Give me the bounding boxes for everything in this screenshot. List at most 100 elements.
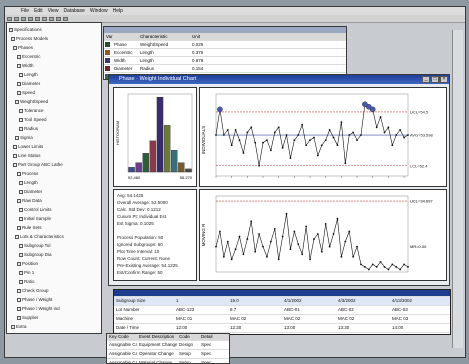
data-point[interactable] [297, 243, 300, 246]
data-point[interactable] [309, 139, 311, 142]
menu-item[interactable]: Help [113, 7, 123, 15]
data-point[interactable] [305, 225, 308, 228]
data-point[interactable] [234, 128, 237, 131]
data-point[interactable] [305, 144, 308, 147]
tree-item[interactable]: Supplier [17, 315, 39, 320]
data-point[interactable] [387, 268, 390, 271]
data-point[interactable] [215, 245, 217, 248]
data-point[interactable] [293, 230, 296, 233]
tree-item[interactable]: Lower Limits [13, 144, 43, 149]
open-icon[interactable] [14, 16, 19, 21]
menu-item[interactable]: Database [63, 7, 84, 15]
tree-item[interactable]: Subgroup Tol [19, 243, 50, 248]
table-row[interactable]: Width Length 0.878 [104, 57, 346, 65]
tree-item[interactable]: Part Group ABC Lathe [13, 162, 63, 167]
print-icon[interactable] [28, 16, 33, 21]
tree-item[interactable]: Lots & Characteristics [15, 234, 64, 239]
menu-item[interactable]: File [21, 7, 29, 15]
data-point[interactable] [391, 144, 394, 147]
data-point[interactable] [324, 222, 327, 225]
tree-item[interactable]: Sigma [15, 135, 33, 140]
data-point[interactable] [352, 255, 355, 258]
data-point[interactable] [332, 136, 335, 139]
data-point[interactable] [316, 233, 319, 235]
data-point[interactable] [262, 245, 264, 248]
tree-item[interactable]: Phase / Weight ind [17, 306, 60, 311]
tree-item[interactable]: Length [19, 72, 38, 77]
tree-item[interactable]: Length [19, 180, 38, 185]
data-point[interactable] [230, 258, 233, 261]
data-point[interactable] [266, 139, 268, 142]
data-point[interactable] [254, 141, 257, 144]
data-point[interactable] [348, 134, 351, 136]
tree-item[interactable]: Radius [19, 126, 38, 131]
data-point[interactable] [217, 106, 223, 113]
data-point[interactable] [246, 131, 249, 134]
tree-item[interactable]: Raw Data [17, 198, 42, 203]
data-point[interactable] [403, 136, 405, 139]
data-point[interactable] [375, 126, 378, 129]
data-point[interactable] [281, 146, 284, 149]
data-point[interactable] [348, 230, 351, 233]
data-point[interactable] [356, 245, 358, 248]
data-point[interactable] [266, 255, 268, 258]
tree-item[interactable]: Weight/Speed [15, 99, 48, 104]
new-icon[interactable] [7, 16, 12, 21]
data-point[interactable] [250, 126, 253, 129]
table-row[interactable]: Diameter Radius 0.154 [104, 65, 346, 73]
data-point[interactable] [269, 149, 272, 152]
data-point[interactable] [332, 233, 335, 235]
menu-item[interactable]: Window [90, 7, 108, 15]
data-point[interactable] [395, 266, 398, 268]
tree-item[interactable]: Process Models [11, 36, 48, 41]
data-point[interactable] [340, 121, 343, 124]
data-point[interactable] [242, 152, 245, 154]
data-point[interactable] [344, 240, 347, 243]
data-point[interactable] [395, 134, 398, 136]
tree-item[interactable]: Process [17, 171, 38, 176]
tree-item[interactable]: Phases [13, 45, 33, 50]
data-point[interactable] [289, 248, 292, 251]
table-row[interactable]: Subgroup Size 1 15.0 4/1/2002 4/3/2002 4/13/2… [114, 297, 450, 306]
right-scrollbar[interactable] [452, 30, 463, 348]
close-button[interactable]: × [440, 76, 448, 83]
data-point[interactable] [309, 258, 311, 261]
data-point[interactable] [344, 162, 347, 165]
data-point[interactable] [238, 139, 241, 142]
data-point[interactable] [363, 266, 366, 268]
data-point[interactable] [219, 230, 221, 233]
tree-item[interactable]: Ratio [19, 279, 35, 284]
data-point[interactable] [289, 157, 292, 159]
minimize-button[interactable]: _ [422, 76, 430, 83]
table-row[interactable]: Assignable CauseOperator Change Setup Spec [107, 350, 229, 359]
data-point[interactable] [293, 139, 296, 142]
table-row[interactable]: Eccentric Length 0.375 [104, 49, 346, 57]
data-point[interactable] [407, 134, 409, 136]
data-point[interactable] [258, 164, 261, 167]
data-point[interactable] [352, 131, 355, 134]
data-point[interactable] [242, 253, 245, 256]
data-point[interactable] [222, 134, 225, 136]
data-point[interactable] [269, 240, 272, 243]
tree-item[interactable]: Eccentric [17, 54, 41, 59]
data-point[interactable] [222, 255, 225, 258]
data-point[interactable] [369, 106, 376, 113]
table-row[interactable]: Phase Weight/Speed 0.025 [104, 41, 346, 49]
data-point[interactable] [226, 128, 229, 131]
table-row[interactable]: Assignable CauseEquipment ChangeDesign Sp… [107, 341, 229, 350]
data-point[interactable] [285, 134, 288, 136]
tree-item[interactable]: Tool Speed [19, 117, 47, 122]
data-point[interactable] [320, 250, 323, 253]
tree-item[interactable]: Position [17, 261, 38, 266]
cut-icon[interactable] [35, 16, 40, 21]
maximize-button[interactable]: □ [431, 76, 439, 83]
data-point[interactable] [336, 217, 339, 220]
data-point[interactable] [360, 134, 362, 136]
tree-item[interactable]: Speed [17, 90, 35, 95]
data-point[interactable] [301, 253, 304, 256]
copy-icon[interactable] [42, 16, 47, 21]
data-point[interactable] [383, 266, 386, 268]
data-point[interactable] [277, 126, 280, 129]
data-point[interactable] [328, 128, 331, 131]
data-point[interactable] [356, 139, 358, 142]
